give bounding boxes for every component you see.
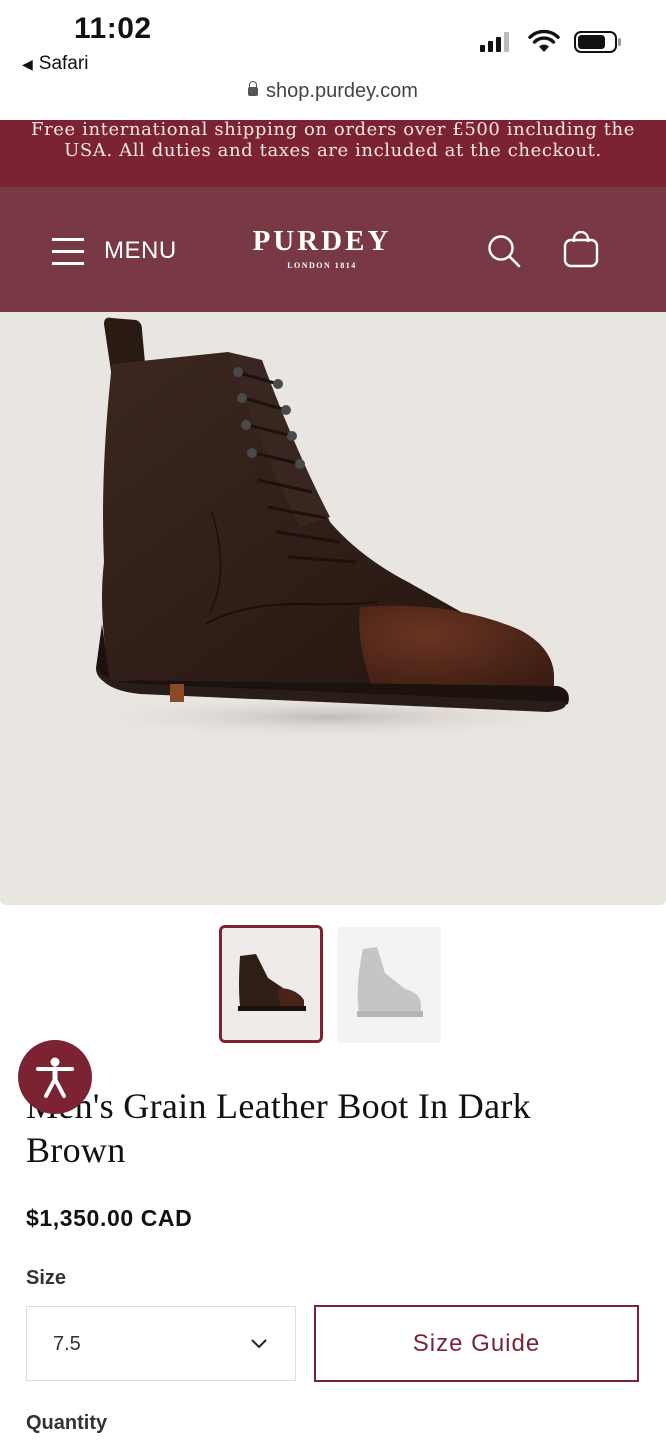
search-button[interactable] <box>486 233 522 269</box>
hamburger-icon <box>52 238 84 265</box>
gallery-thumbnails <box>219 925 441 1043</box>
back-app-label: Safari <box>38 53 89 74</box>
lock-icon <box>248 81 259 97</box>
accessibility-icon <box>36 1057 74 1098</box>
logo-tagline: LONDON 1814 <box>287 261 357 270</box>
url-text: shop.purdey.com <box>266 80 418 103</box>
site-header: MENU PURDEY LONDON 1814 <box>0 187 666 312</box>
back-arrow-icon: ◀ <box>22 55 33 72</box>
menu-button[interactable]: MENU <box>52 237 177 265</box>
size-select[interactable]: 7.5 <box>26 1306 296 1381</box>
cart-icon <box>563 230 599 268</box>
status-bar: 11:02 ◀ Safari <box>0 0 666 80</box>
address-bar[interactable]: shop.purdey.com <box>0 80 666 120</box>
wifi-icon <box>528 30 560 52</box>
boot-side-thumbnail-image <box>337 927 439 1043</box>
cart-button[interactable] <box>562 230 600 269</box>
accessibility-button[interactable] <box>18 1040 92 1114</box>
thumbnail-2[interactable] <box>337 927 441 1043</box>
quantity-label: Quantity <box>26 1412 108 1434</box>
size-guide-label: Size Guide <box>412 1329 541 1357</box>
product-main-image[interactable] <box>0 312 666 905</box>
search-icon <box>488 235 521 268</box>
menu-label: MENU <box>104 237 177 264</box>
status-icons <box>480 30 622 54</box>
promo-text: Free international shipping on orders ov… <box>31 119 635 161</box>
size-label: Size <box>26 1267 67 1289</box>
purdey-logo[interactable]: PURDEY LONDON 1814 <box>236 225 408 271</box>
size-guide-button[interactable]: Size Guide <box>314 1305 639 1382</box>
back-to-app-button[interactable]: ◀ Safari <box>22 53 88 75</box>
thumbnail-1[interactable] <box>219 925 323 1043</box>
cellular-signal-icon <box>480 32 509 52</box>
battery-icon <box>574 31 621 53</box>
status-time: 11:02 <box>74 12 152 45</box>
shipping-promo-banner: Free international shipping on orders ov… <box>0 119 666 187</box>
product-title: Men's Grain Leather Boot In Dark Brown <box>26 1086 531 1170</box>
product-price: $1,350.00 CAD <box>26 1205 193 1231</box>
logo-wordmark: PURDEY <box>252 225 392 257</box>
boot-image <box>70 317 590 739</box>
size-value: 7.5 <box>53 1333 81 1355</box>
boot-thumbnail-image <box>222 928 320 1040</box>
chevron-down-icon <box>251 1339 267 1349</box>
